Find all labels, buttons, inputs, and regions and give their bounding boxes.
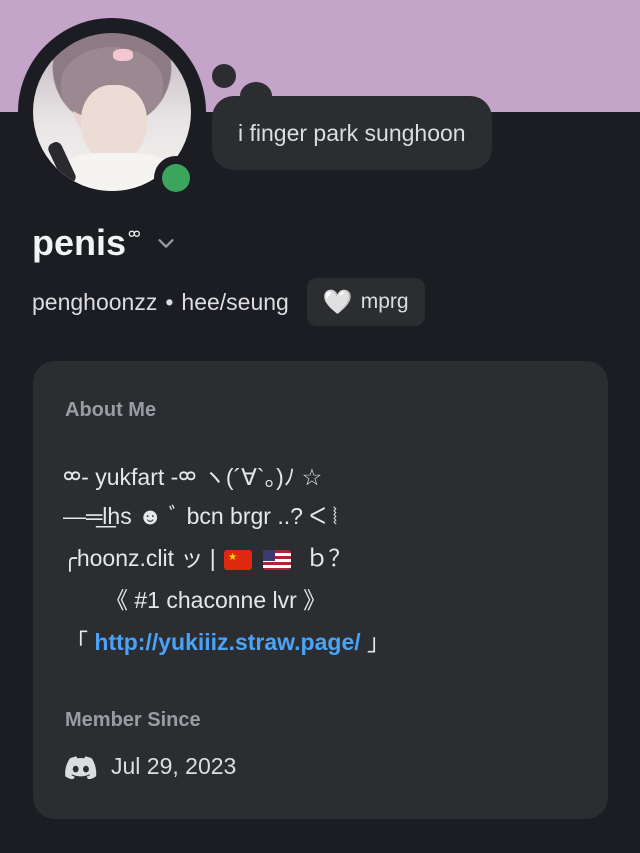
username-row: penghoonzz • hee/seung 🤍 mprg: [32, 278, 425, 326]
online-status-indicator: [154, 156, 198, 200]
member-since-title: Member Since: [65, 709, 201, 731]
member-since-date: Jul 29, 2023: [111, 753, 237, 779]
pronouns: hee/seung: [181, 288, 289, 315]
about-line-3-end: ｂ？: [305, 545, 352, 571]
display-name-row[interactable]: penis ᢁ: [32, 222, 177, 264]
about-line-3: ╭hoonz.clit ッ |: [63, 545, 216, 571]
custom-status-bubble[interactable]: i finger park sunghoon: [212, 96, 492, 170]
about-line-1: ᢁ- yukfart -ᢁ ヽ(´∀`。)ﾉ ☆: [63, 464, 323, 490]
about-line-2: —═͟͟lhs ☻ ﾞ bcn brgr ..? ᐸ ⦚: [63, 503, 338, 529]
bracket-close: 」: [367, 629, 391, 655]
server-tag-label: mprg: [360, 290, 409, 313]
bracket-open: 「: [65, 629, 88, 655]
username[interactable]: penghoonzz: [32, 289, 157, 316]
about-line-3-container: ╭hoonz.clit ッ | ｂ？: [63, 539, 351, 573]
us-flag-icon: [262, 549, 291, 570]
bubble-dot-small: [212, 64, 236, 88]
profile-info-card: About Me ᢁ- yukfart -ᢁ ヽ(´∀`。)ﾉ ☆ —═͟͟lh…: [33, 361, 608, 819]
profile-link[interactable]: http://yukiiiz.straw.page/: [94, 629, 360, 655]
display-name-decoration: ᢁ: [128, 227, 141, 244]
display-name: penis: [32, 222, 127, 263]
china-flag-icon: [224, 549, 253, 570]
about-line-4: 《 #1 chaconne lvr 》: [105, 587, 327, 613]
discord-logo-icon: [65, 755, 97, 779]
separator-dot: •: [165, 288, 174, 315]
online-dot-icon: [162, 164, 190, 192]
heart-icon: 🤍: [322, 288, 353, 316]
custom-status-text: i finger park sunghoon: [238, 119, 466, 146]
about-line-5: 「 http://yukiiiz.straw.page/ 」: [65, 623, 390, 657]
member-since-row: Jul 29, 2023: [65, 753, 236, 780]
about-me-title: About Me: [65, 399, 157, 421]
chevron-down-icon[interactable]: [155, 232, 177, 254]
server-tag-badge[interactable]: 🤍 mprg: [306, 278, 425, 326]
